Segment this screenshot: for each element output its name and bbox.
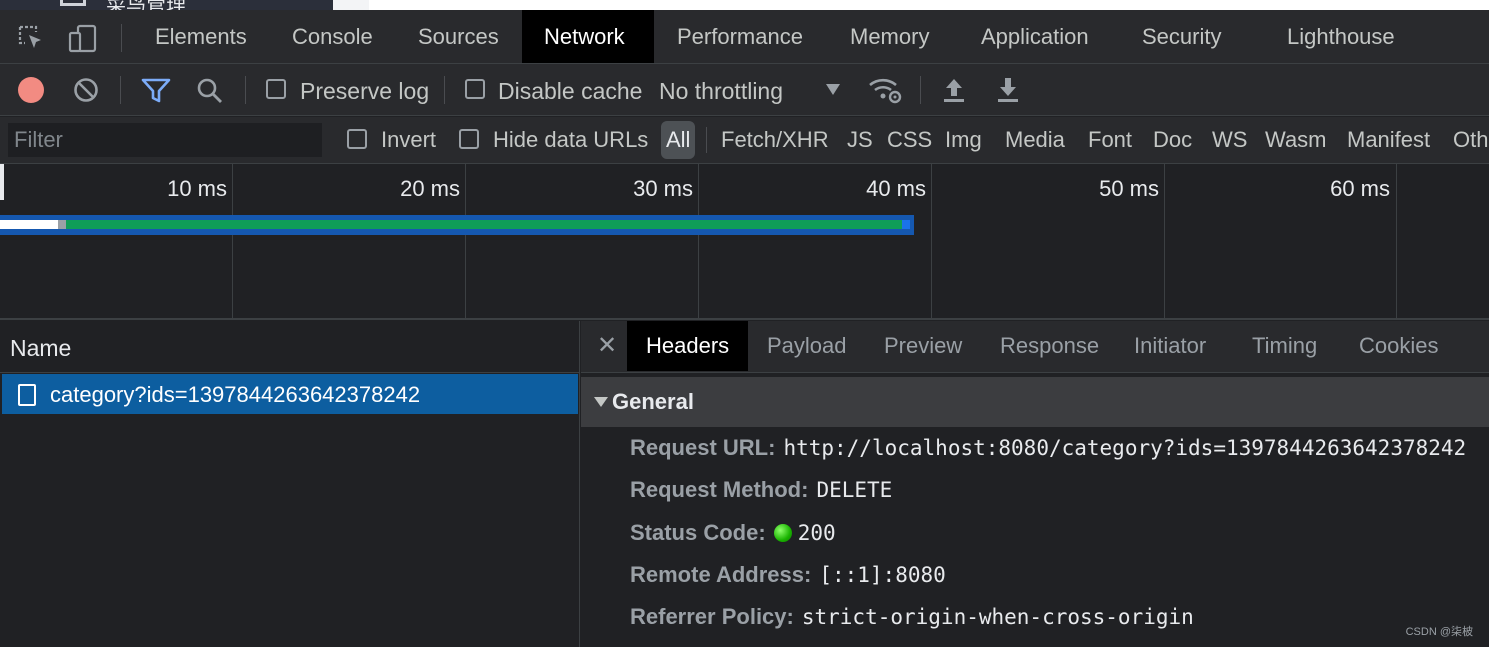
hide-data-urls-checkbox[interactable] [459,129,479,149]
invert-checkbox[interactable] [347,129,367,149]
hide-data-urls-label: Hide data URLs [493,127,649,152]
tab-payload[interactable]: Payload [748,321,866,371]
request-url-value: http://localhost:8080/category?ids=13978… [783,436,1467,460]
network-toolbar: Preserve log Disable cache No throttling [0,64,1489,116]
timing-bar-download [902,220,910,229]
detail-tabbar: ✕ Headers Payload Preview Response Initi… [581,321,1489,373]
overview-window-handle[interactable] [0,164,4,200]
device-toolbar-icon[interactable] [68,24,98,54]
tick-label: 50 ms [1099,176,1159,201]
clear-icon[interactable] [73,77,99,103]
tab-lighthouse[interactable]: Lighthouse [1265,10,1417,63]
chevron-down-icon[interactable] [826,84,840,95]
tab-network[interactable]: Network [522,10,654,63]
network-filterbar: Invert Hide data URLs All Fetch/XHR JS C… [0,117,1489,164]
tab-headers[interactable]: Headers [627,321,749,371]
document-icon [18,384,36,406]
status-code-key: Status Code: [630,520,766,545]
request-method-value: DELETE [816,478,893,502]
inspected-page-strip: 菜鸟管理 [0,0,1489,10]
request-timing-bar [0,215,914,235]
tab-cookies[interactable]: Cookies [1340,321,1457,371]
network-overview-timeline[interactable]: 10 ms 20 ms 30 ms 40 ms 50 ms 60 ms [0,164,1489,320]
remote-address-row: Remote Address: [::1]:8080 [630,561,946,589]
network-conditions-icon[interactable] [867,75,903,105]
disable-cache-label: Disable cache [498,78,643,104]
status-code-row: Status Code: 200 [630,519,836,547]
request-list-panel: Name category?ids=1397844263642378242 [0,321,580,647]
name-column-header[interactable]: Name [0,321,579,373]
search-icon[interactable] [196,77,224,105]
tick-label: 10 ms [167,176,227,201]
request-method-row: Request Method: DELETE [630,476,892,504]
filter-type-img[interactable]: Img [945,121,982,159]
tab-console[interactable]: Console [270,10,395,63]
disable-cache-checkbox[interactable] [465,79,485,99]
watermark: CSDN @柒柀 [1405,626,1473,638]
request-method-key: Request Method: [630,477,809,502]
filter-type-fetch-xhr[interactable]: Fetch/XHR [721,121,829,159]
filter-type-js[interactable]: JS [847,121,873,159]
grid-icon [60,0,86,6]
filter-type-other[interactable]: Oth [1453,121,1488,159]
referrer-policy-key: Referrer Policy: [630,604,794,629]
tab-sources[interactable]: Sources [396,10,521,63]
preserve-log-label: Preserve log [300,78,430,104]
tab-security[interactable]: Security [1120,10,1243,63]
filter-type-media[interactable]: Media [1005,121,1065,159]
tick-label: 60 ms [1330,176,1390,201]
filter-type-css[interactable]: CSS [887,121,932,159]
tab-application[interactable]: Application [959,10,1111,63]
filter-type-wasm[interactable]: Wasm [1265,121,1327,159]
filter-type-ws[interactable]: WS [1212,121,1247,159]
filter-type-manifest[interactable]: Manifest [1347,121,1430,159]
filter-input[interactable] [8,123,322,157]
filter-icon[interactable] [141,78,171,104]
status-success-icon [773,524,792,542]
page-strip-text: 菜鸟管理 [106,0,186,10]
tab-initiator[interactable]: Initiator [1115,321,1225,371]
triangle-down-icon [594,397,608,407]
tab-performance[interactable]: Performance [655,10,825,63]
filter-type-all[interactable]: All [661,121,696,159]
remote-address-key: Remote Address: [630,562,812,587]
tab-timing[interactable]: Timing [1233,321,1336,371]
request-url-row: Request URL: http://localhost:8080/catego… [630,434,1466,462]
timing-bar-ttfb [66,220,902,229]
filter-type-doc[interactable]: Doc [1153,121,1192,159]
general-title: General [612,389,694,414]
request-row[interactable]: category?ids=1397844263642378242 [2,374,578,414]
tab-memory[interactable]: Memory [828,10,951,63]
devtools-main-tabbar: Elements Console Sources Network Perform… [0,10,1489,64]
close-icon[interactable]: ✕ [597,331,617,360]
name-column-label: Name [10,335,72,361]
tab-preview[interactable]: Preview [865,321,981,371]
filter-type-font[interactable]: Font [1088,121,1132,159]
page-sidebar-fragment: 菜鸟管理 [0,0,333,10]
inspect-element-icon[interactable] [17,24,47,54]
request-detail-panel: ✕ Headers Payload Preview Response Initi… [581,321,1489,647]
export-har-icon[interactable] [996,76,1020,104]
referrer-policy-value: strict-origin-when-cross-origin [801,605,1194,629]
tab-elements[interactable]: Elements [133,10,269,63]
throttling-select[interactable]: No throttling [659,77,783,105]
remote-address-value: [::1]:8080 [819,563,946,587]
general-section-header[interactable]: General [581,377,1489,427]
timing-bar-waiting [0,220,58,229]
request-url-key: Request URL: [630,435,776,460]
tick-label: 20 ms [400,176,460,201]
tick-label: 40 ms [866,176,926,201]
status-code-value: 200 [797,521,836,545]
tab-response[interactable]: Response [981,321,1118,371]
invert-label: Invert [381,127,437,152]
record-icon[interactable] [18,77,44,103]
request-name: category?ids=1397844263642378242 [50,382,421,407]
import-har-icon[interactable] [942,76,966,104]
referrer-policy-row: Referrer Policy: strict-origin-when-cross… [630,603,1194,631]
preserve-log-checkbox[interactable] [266,79,286,99]
tick-label: 30 ms [633,176,693,201]
timing-bar-stalled [58,220,66,229]
